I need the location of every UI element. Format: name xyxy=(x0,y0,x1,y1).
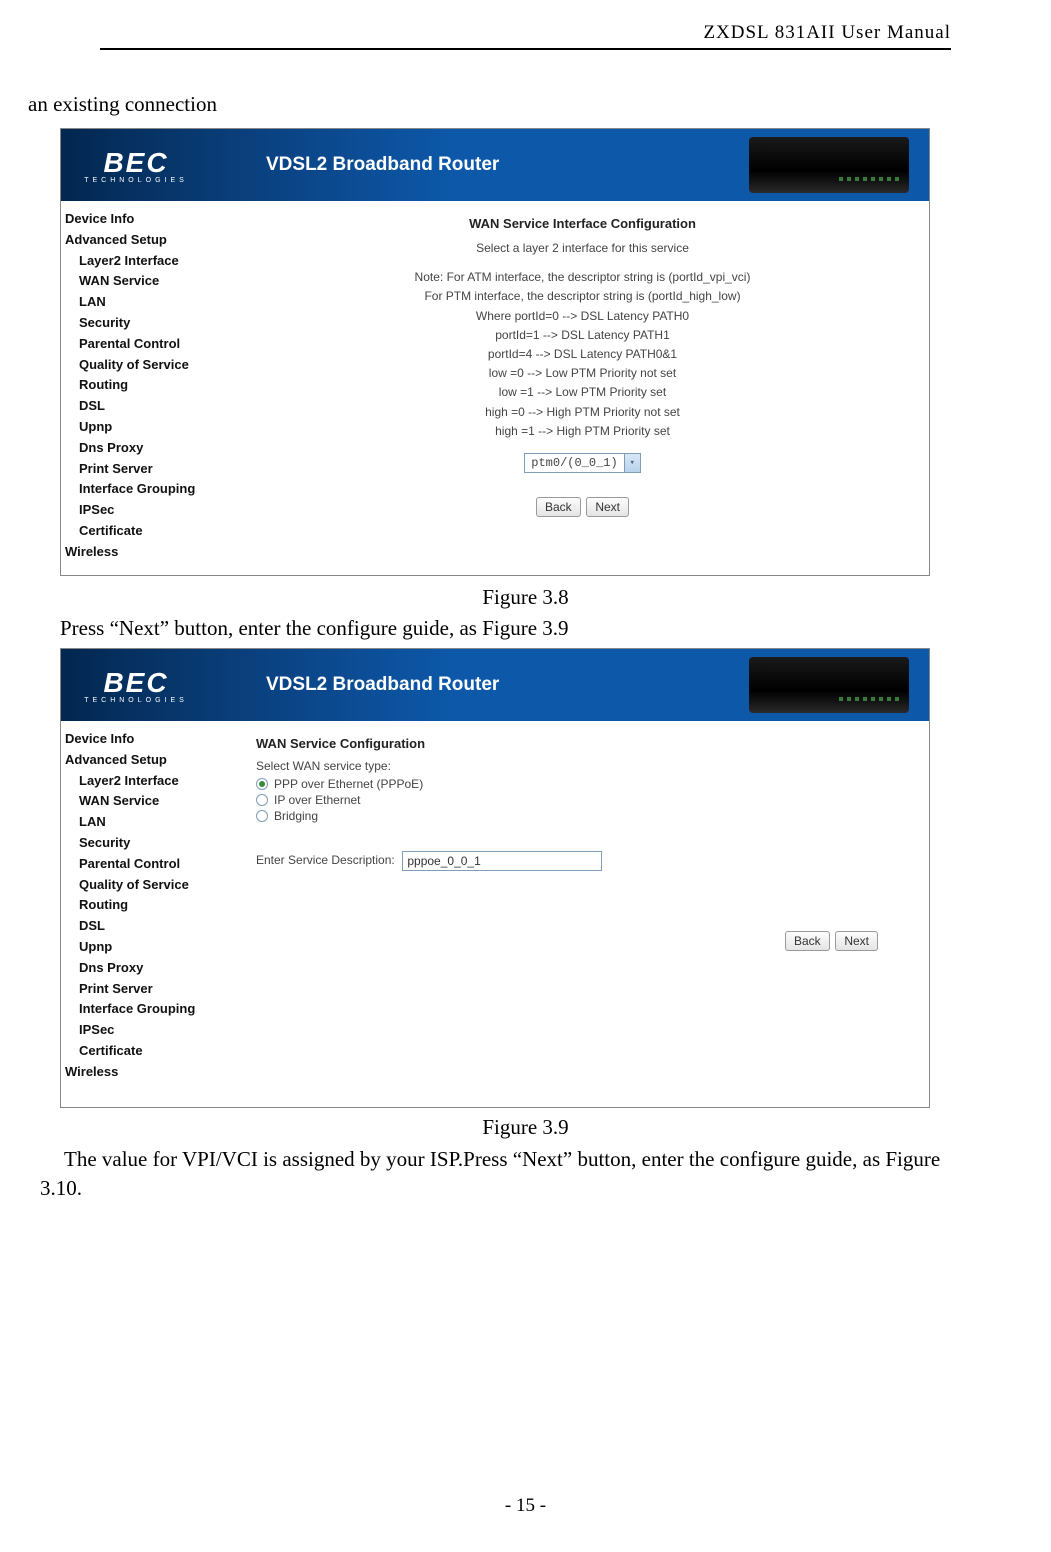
brand-logo: BEC TECHNOLOGIES xyxy=(61,667,211,704)
sidebar-item-device-info[interactable]: Device Info xyxy=(65,729,236,750)
sidebar-item-print-server[interactable]: Print Server xyxy=(65,979,236,1000)
sidebar-item-iface-grouping[interactable]: Interface Grouping xyxy=(65,999,236,1020)
note-line: portId=4 --> DSL Latency PATH0&1 xyxy=(256,345,909,364)
sidebar-item-certificate[interactable]: Certificate xyxy=(65,521,236,542)
service-description-input[interactable]: pppoe_0_0_1 xyxy=(402,851,602,871)
figure-3-9-caption: Figure 3.9 xyxy=(0,1115,1051,1140)
sidebar-item-parental[interactable]: Parental Control xyxy=(65,334,236,355)
content-panel: WAN Service Configuration Select WAN ser… xyxy=(236,721,929,1091)
note-line: high =0 --> High PTM Priority not set xyxy=(256,403,909,422)
page-header: ZXDSL 831AII User Manual xyxy=(703,22,951,44)
sidebar-item-wireless[interactable]: Wireless xyxy=(65,542,236,563)
sidebar-nav: Device Info Advanced Setup Layer2 Interf… xyxy=(61,201,236,571)
sidebar-item-dsl[interactable]: DSL xyxy=(65,916,236,937)
button-row: Back Next xyxy=(256,931,909,951)
page-number: - 15 - xyxy=(0,1495,1051,1517)
sidebar-item-qos[interactable]: Quality of Service xyxy=(65,355,236,376)
app-header: BEC TECHNOLOGIES VDSL2 Broadband Router xyxy=(61,649,929,721)
sidebar-item-wan-service[interactable]: WAN Service xyxy=(65,791,236,812)
after-38-text: Press “Next” button, enter the configure… xyxy=(60,614,951,643)
note-line: Where portId=0 --> DSL Latency PATH0 xyxy=(256,307,909,326)
sidebar-item-parental[interactable]: Parental Control xyxy=(65,854,236,875)
radio-icon xyxy=(256,794,268,806)
sidebar-item-security[interactable]: Security xyxy=(65,833,236,854)
note-line: Note: For ATM interface, the descriptor … xyxy=(256,268,909,287)
sidebar-item-lan[interactable]: LAN xyxy=(65,292,236,313)
next-button[interactable]: Next xyxy=(586,497,629,517)
note-line: low =1 --> Low PTM Priority set xyxy=(256,383,909,402)
note-line: low =0 --> Low PTM Priority not set xyxy=(256,364,909,383)
sidebar-item-print-server[interactable]: Print Server xyxy=(65,459,236,480)
back-button[interactable]: Back xyxy=(536,497,581,517)
panel-title: WAN Service Configuration xyxy=(256,736,909,751)
panel-title: WAN Service Interface Configuration xyxy=(256,216,909,231)
panel-sub: Select WAN service type: xyxy=(256,759,905,773)
sidebar-item-routing[interactable]: Routing xyxy=(65,375,236,396)
sidebar-item-dns-proxy[interactable]: Dns Proxy xyxy=(65,438,236,459)
note-line: portId=1 --> DSL Latency PATH1 xyxy=(256,326,909,345)
content-panel: WAN Service Interface Configuration Sele… xyxy=(236,201,929,571)
brand-logo-text: BEC xyxy=(61,147,211,179)
header-rule xyxy=(100,48,951,50)
product-title: VDSL2 Broadband Router xyxy=(266,154,499,176)
radio-row-bridging[interactable]: Bridging xyxy=(256,809,909,823)
sidebar-item-upnp[interactable]: Upnp xyxy=(65,937,236,958)
sidebar-item-qos[interactable]: Quality of Service xyxy=(65,875,236,896)
radio-icon xyxy=(256,778,268,790)
sidebar-item-iface-grouping[interactable]: Interface Grouping xyxy=(65,479,236,500)
sidebar-item-dsl[interactable]: DSL xyxy=(65,396,236,417)
radio-row-pppoe[interactable]: PPP over Ethernet (PPPoE) xyxy=(256,777,909,791)
note-line: For PTM interface, the descriptor string… xyxy=(256,287,909,306)
sidebar-item-device-info[interactable]: Device Info xyxy=(65,209,236,230)
radio-label: IP over Ethernet xyxy=(274,793,361,807)
note-line: high =1 --> High PTM Priority set xyxy=(256,422,909,441)
panel-sub: Select a layer 2 interface for this serv… xyxy=(256,239,909,258)
sidebar-item-wireless[interactable]: Wireless xyxy=(65,1062,236,1083)
brand-logo-sub: TECHNOLOGIES xyxy=(61,177,211,184)
radio-row-ipoe[interactable]: IP over Ethernet xyxy=(256,793,909,807)
service-description-label: Enter Service Description: xyxy=(256,853,395,867)
button-row: Back Next xyxy=(256,497,909,517)
sidebar-item-layer2[interactable]: Layer2 Interface xyxy=(65,771,236,792)
next-button[interactable]: Next xyxy=(835,931,878,951)
back-button[interactable]: Back xyxy=(785,931,830,951)
sidebar-item-certificate[interactable]: Certificate xyxy=(65,1041,236,1062)
radio-icon xyxy=(256,810,268,822)
product-title: VDSL2 Broadband Router xyxy=(266,674,499,696)
sidebar-item-routing[interactable]: Routing xyxy=(65,895,236,916)
figure-3-8-screenshot: BEC TECHNOLOGIES VDSL2 Broadband Router … xyxy=(60,128,930,576)
sidebar-item-security[interactable]: Security xyxy=(65,313,236,334)
intro-text: an existing connection xyxy=(28,90,951,119)
sidebar-nav: Device Info Advanced Setup Layer2 Interf… xyxy=(61,721,236,1091)
sidebar-item-wan-service[interactable]: WAN Service xyxy=(65,271,236,292)
brand-logo-text: BEC xyxy=(61,667,211,699)
sidebar-item-ipsec[interactable]: IPSec xyxy=(65,500,236,521)
chevron-down-icon: ▾ xyxy=(624,454,640,472)
sidebar-item-upnp[interactable]: Upnp xyxy=(65,417,236,438)
radio-label: PPP over Ethernet (PPPoE) xyxy=(274,777,423,791)
brand-logo: BEC TECHNOLOGIES xyxy=(61,147,211,184)
sidebar-item-ipsec[interactable]: IPSec xyxy=(65,1020,236,1041)
sidebar-item-lan[interactable]: LAN xyxy=(65,812,236,833)
sidebar-item-layer2[interactable]: Layer2 Interface xyxy=(65,251,236,272)
interface-select-value: ptm0/(0_0_1) xyxy=(525,456,623,470)
sidebar-item-advanced-setup[interactable]: Advanced Setup xyxy=(65,750,236,771)
radio-label: Bridging xyxy=(274,809,318,823)
device-photo xyxy=(749,657,909,713)
figure-3-8-caption: Figure 3.8 xyxy=(0,585,1051,610)
device-photo xyxy=(749,137,909,193)
interface-select[interactable]: ptm0/(0_0_1) ▾ xyxy=(524,453,640,473)
after-39-text: The value for VPI/VCI is assigned by you… xyxy=(40,1145,981,1204)
service-description-row: Enter Service Description: pppoe_0_0_1 xyxy=(256,851,909,871)
figure-3-9-screenshot: BEC TECHNOLOGIES VDSL2 Broadband Router … xyxy=(60,648,930,1108)
sidebar-item-dns-proxy[interactable]: Dns Proxy xyxy=(65,958,236,979)
brand-logo-sub: TECHNOLOGIES xyxy=(61,697,211,704)
app-header: BEC TECHNOLOGIES VDSL2 Broadband Router xyxy=(61,129,929,201)
sidebar-item-advanced-setup[interactable]: Advanced Setup xyxy=(65,230,236,251)
